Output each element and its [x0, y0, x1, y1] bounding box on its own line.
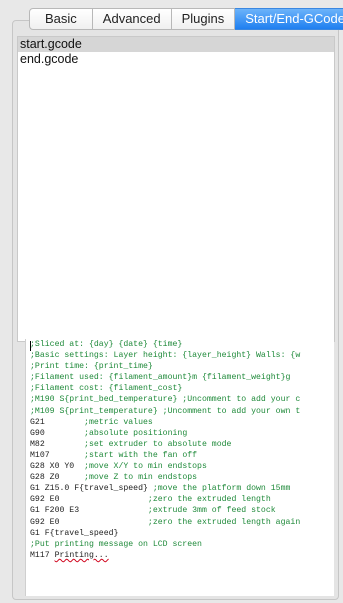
gcode-command: M82 [30, 439, 85, 449]
gcode-line: G21 ;metric values [26, 417, 334, 428]
gcode-line: ;Filament used: {filament_amount}m {fila… [30, 373, 291, 383]
gcode-line: ;Basic settings: Layer height: {layer_he… [30, 351, 301, 361]
gcode-command: G21 [30, 417, 85, 427]
tab-advanced[interactable]: Advanced [92, 8, 172, 30]
gcode-line: G28 Z0 ;move Z to min endstops [26, 472, 334, 483]
gcode-comment: ;absolute positioning [84, 428, 188, 438]
gcode-line: ;Filament cost: {filament_cost} [30, 384, 183, 394]
gcode-comment: ;metric values [84, 417, 153, 427]
tab-bar: Basic Advanced Plugins Start/End-GCode [29, 8, 343, 30]
gcode-file-list[interactable]: start.gcode end.gcode [17, 36, 335, 342]
gcode-comment: ;zero the extruded length [147, 495, 271, 505]
gcode-editor-lines: ;Sliced at: {day} {date} {time} ;Basic se… [26, 339, 334, 561]
gcode-line: G28 X0 Y0 ;move X/Y to min endstops [26, 461, 334, 472]
gcode-line: G1 F200 E3 ;extrude 3mm of feed stock [26, 505, 334, 516]
gcode-comment: ;move the platform down 15mm [152, 484, 291, 494]
tab-plugins[interactable]: Plugins [171, 8, 236, 30]
gcode-command: G28 X0 Y0 [30, 462, 85, 472]
gcode-line: G92 E0 ;zero the extruded length [26, 494, 334, 505]
gcode-comment: ;extrude 3mm of feed stock [147, 506, 276, 516]
tab-start-end-gcode[interactable]: Start/End-GCode [235, 8, 343, 30]
gcode-command: G90 [30, 428, 85, 438]
gcode-editor[interactable]: ;Sliced at: {day} {date} {time} ;Basic se… [25, 339, 334, 596]
gcode-line: M82 ;set extruder to absolute mode [26, 439, 334, 450]
gcode-command: G1 F200 E3 [30, 506, 148, 516]
tab-basic[interactable]: Basic [29, 8, 93, 30]
gcode-comment: ;move X/Y to min endstops [84, 462, 207, 472]
gcode-line: M107 ;start with the fan off [26, 450, 334, 461]
gcode-command: G28 Z0 [30, 473, 85, 483]
gcode-line: G92 E0 ;zero the extruded length again [26, 517, 334, 528]
gcode-command: G92 E0 [30, 517, 148, 527]
file-item-end-gcode[interactable]: end.gcode [18, 52, 334, 67]
gcode-command: M117 [30, 550, 55, 560]
gcode-command: G1 Z15.0 F{travel_speed} [30, 484, 153, 494]
gcode-line: G1 Z15.0 F{travel_speed} ;move the platf… [26, 483, 334, 494]
gcode-line: G1 F{travel_speed} [30, 528, 119, 538]
gcode-comment: ;set extruder to absolute mode [84, 439, 232, 449]
gcode-comment: ;move Z to min endstops [84, 473, 198, 483]
gcode-comment: ;start with the fan off [84, 450, 198, 460]
spellcheck-error-text: Printing... [54, 550, 109, 560]
gcode-command: G92 E0 [30, 495, 148, 505]
gcode-line: G90 ;absolute positioning [26, 428, 334, 439]
gcode-line: M117 Printing... [26, 550, 334, 561]
gcode-line: ;Print time: {print_time} [30, 362, 153, 372]
gcode-line: ;Put printing message on LCD screen [30, 539, 202, 549]
file-item-start-gcode[interactable]: start.gcode [18, 37, 334, 52]
gcode-line: ;Sliced at: {day} {date} {time} [30, 340, 183, 349]
gcode-comment: ;zero the extruded length again [147, 517, 301, 527]
gcode-command: M107 [30, 450, 85, 460]
text-caret [30, 341, 31, 351]
gcode-line: ;M190 S{print_bed_temperature} ;Uncommen… [30, 395, 301, 405]
gcode-line: ;M109 S{print_temperature} ;Uncomment to… [30, 406, 301, 416]
